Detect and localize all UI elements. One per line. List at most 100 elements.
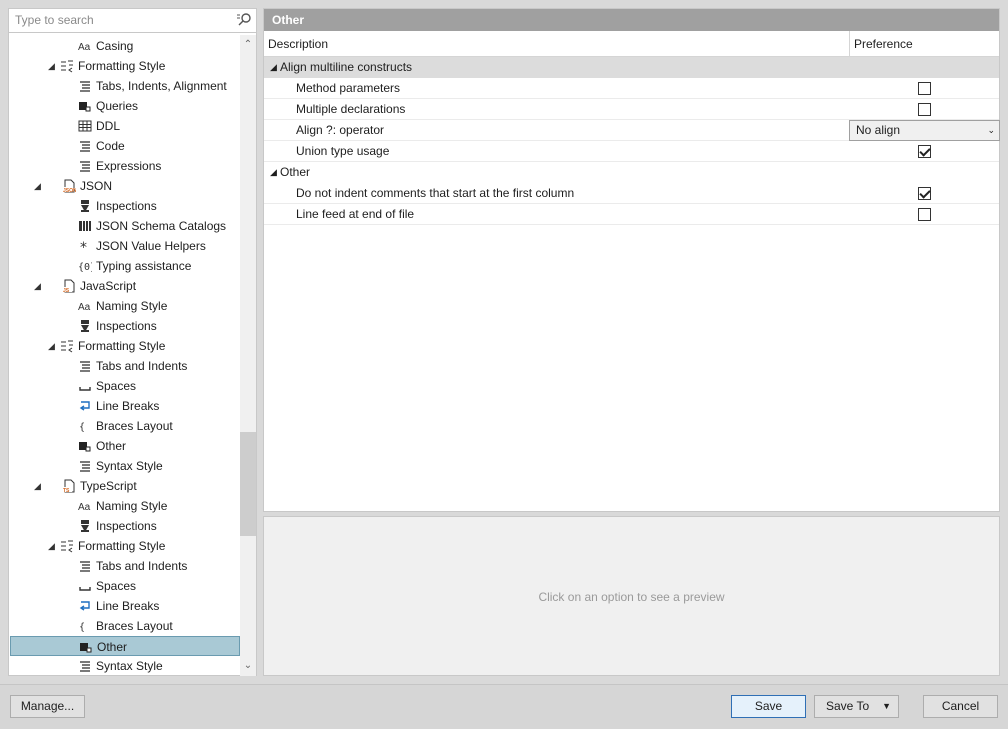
collapse-icon[interactable]: ◢	[270, 57, 277, 78]
other-icon	[78, 439, 92, 453]
tree-item[interactable]: Inspections	[10, 196, 240, 216]
preview-pane: Click on an option to see a preview	[263, 516, 1000, 676]
tree-item[interactable]: ◢ Formatting Style	[10, 536, 240, 556]
tree-item[interactable]: * JSON Value Helpers	[10, 236, 240, 256]
tree-item[interactable]: ◢ Formatting Style	[10, 56, 240, 76]
column-preference[interactable]: Preference	[854, 37, 913, 51]
expand-toggle-icon[interactable]: ◢	[48, 56, 58, 76]
tree-item[interactable]: Spaces	[10, 576, 240, 596]
expand-toggle-icon[interactable]: ◢	[34, 276, 44, 296]
tree-item[interactable]: ◢ JSON JSON	[10, 176, 240, 196]
option-label: Line feed at end of file	[296, 207, 415, 221]
group-other[interactable]: ◢ Other	[264, 162, 999, 183]
options-panel: Other Description Preference ◢ Align mul…	[263, 8, 1000, 512]
tree-item[interactable]: Syntax Style	[10, 456, 240, 476]
tree-item[interactable]: Code	[10, 136, 240, 156]
option-row[interactable]: Line feed at end of file	[264, 204, 999, 225]
indent-comments-checkbox[interactable]	[918, 187, 931, 200]
code-icon	[78, 139, 92, 153]
tabs-icon	[78, 359, 92, 373]
manage-button[interactable]: Manage...	[10, 695, 85, 718]
svg-text:JSON: JSON	[63, 188, 76, 193]
asterisk-icon: *	[78, 239, 92, 256]
search-options-icon[interactable]	[236, 12, 252, 28]
tree-item[interactable]: Tabs, Indents, Alignment	[10, 76, 240, 96]
tree-item[interactable]: Queries	[10, 96, 240, 116]
option-label: Union type usage	[296, 144, 390, 158]
expand-toggle-icon[interactable]: ◢	[34, 476, 44, 496]
syntax-icon	[78, 659, 92, 673]
column-separator[interactable]	[849, 31, 850, 57]
tree-item-label: Tabs, Indents, Alignment	[96, 79, 227, 93]
tree-item[interactable]: Spaces	[10, 376, 240, 396]
tree-item-label: Naming Style	[96, 499, 168, 513]
tree-item[interactable]: Expressions	[10, 156, 240, 176]
cancel-button[interactable]: Cancel	[923, 695, 998, 718]
save-to-button[interactable]: Save To ▼	[814, 695, 899, 718]
tree-item-label: Code	[96, 139, 125, 153]
tree-item[interactable]: JSON Schema Catalogs	[10, 216, 240, 236]
tree-item[interactable]: Aa Casing	[10, 36, 240, 56]
tree-item-label: Casing	[96, 39, 134, 53]
scroll-up-icon[interactable]: ⌃	[240, 37, 256, 53]
option-row[interactable]: Method parameters	[264, 78, 999, 99]
tree-item-label: Naming Style	[96, 299, 168, 313]
scroll-down-icon[interactable]: ⌄	[240, 658, 256, 674]
scrollbar-thumb[interactable]	[240, 432, 256, 536]
option-label: Method parameters	[296, 81, 401, 95]
multiple-declarations-checkbox[interactable]	[918, 103, 931, 116]
tree-item[interactable]: ◢ JS JavaScript	[10, 276, 240, 296]
tree-item[interactable]: ◢ Formatting Style	[10, 336, 240, 356]
expand-toggle-icon[interactable]: ◢	[34, 176, 44, 196]
chevron-down-icon[interactable]: ⌄	[987, 121, 995, 140]
method-parameters-checkbox[interactable]	[918, 82, 931, 95]
tree-item[interactable]: {0} Typing assistance	[10, 256, 240, 276]
column-description[interactable]: Description	[268, 37, 328, 51]
union-type-usage-checkbox[interactable]	[918, 145, 931, 158]
catalog-icon	[78, 219, 92, 233]
option-row[interactable]: Union type usage	[264, 141, 999, 162]
braces-icon: { }	[78, 419, 97, 433]
spaces-icon	[78, 379, 92, 393]
option-row[interactable]: Do not indent comments that start at the…	[264, 183, 999, 204]
casing-icon: Aa	[78, 499, 92, 513]
option-row[interactable]: Align ?: operator No align ⌄	[264, 120, 1000, 141]
tree-item[interactable]: Tabs and Indents	[10, 356, 240, 376]
tree-item[interactable]: Tabs and Indents	[10, 556, 240, 576]
align-operator-select[interactable]: No align ⌄	[849, 120, 1000, 141]
tree-item[interactable]: Other	[10, 636, 240, 656]
table-icon	[78, 119, 92, 133]
line-feed-checkbox[interactable]	[918, 208, 931, 221]
save-button[interactable]: Save	[731, 695, 806, 718]
tree-item[interactable]: Inspections	[10, 516, 240, 536]
expand-toggle-icon[interactable]: ◢	[48, 536, 58, 556]
dropdown-arrow-icon[interactable]: ▼	[882, 696, 891, 717]
tree-item[interactable]: Inspections	[10, 316, 240, 336]
tree-item[interactable]: Line Breaks	[10, 396, 240, 416]
svg-text:Aa: Aa	[78, 302, 91, 313]
tree-scrollbar[interactable]: ⌃ ⌄	[240, 35, 256, 676]
tabs-icon	[78, 79, 92, 93]
tree-item[interactable]: { } Braces Layout	[10, 616, 240, 636]
tree-item[interactable]: DDL	[10, 116, 240, 136]
collapse-icon[interactable]: ◢	[270, 162, 277, 183]
tree-item[interactable]: ◢ TS TypeScript	[10, 476, 240, 496]
linebreak-icon	[78, 599, 92, 613]
option-row[interactable]: Multiple declarations	[264, 99, 999, 120]
tree-item[interactable]: Line Breaks	[10, 596, 240, 616]
group-align-multiline[interactable]: ◢ Align multiline constructs	[264, 57, 999, 78]
tree-item[interactable]: Syntax Style	[10, 656, 240, 676]
inspections-icon	[78, 199, 92, 213]
tree-item[interactable]: Aa Naming Style	[10, 296, 240, 316]
search-input[interactable]	[15, 9, 235, 31]
tree-item[interactable]: Aa Naming Style	[10, 496, 240, 516]
braces-icon: { }	[78, 619, 97, 633]
formatting-icon	[60, 339, 74, 353]
tree-item-label: JSON	[80, 179, 113, 193]
tree-item-label: Tabs and Indents	[96, 559, 188, 573]
ts-file-icon: TS	[62, 479, 76, 494]
tree-item[interactable]: { } Braces Layout	[10, 416, 240, 436]
tree-item[interactable]: Other	[10, 436, 240, 456]
tree-item-label: Other	[97, 640, 128, 654]
expand-toggle-icon[interactable]: ◢	[48, 336, 58, 356]
